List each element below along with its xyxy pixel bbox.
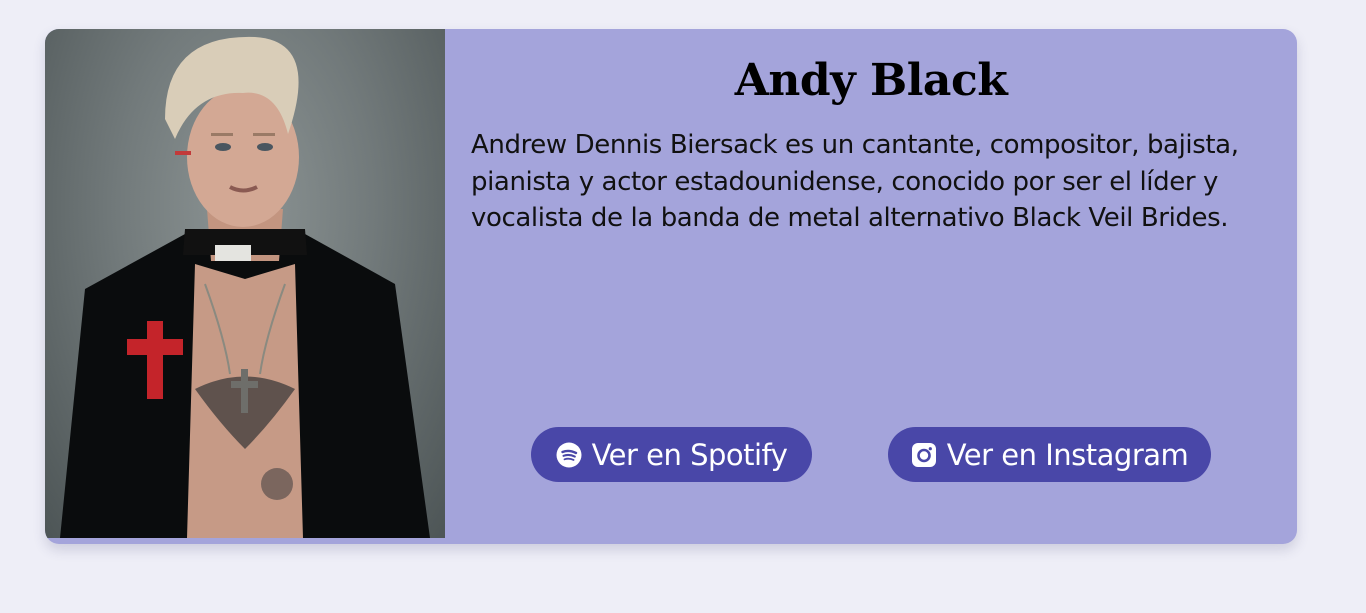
spotify-icon <box>556 442 582 468</box>
artist-card: Andy Black Andrew Dennis Biersack es un … <box>45 29 1297 544</box>
spotify-button-label: Ver en Spotify <box>591 437 788 472</box>
artist-info: Andy Black Andrew Dennis Biersack es un … <box>445 29 1297 544</box>
artist-name: Andy Black <box>734 55 1008 106</box>
instagram-button-label: Ver en Instagram <box>946 437 1189 472</box>
spotify-button[interactable]: Ver en Spotify <box>531 427 812 482</box>
artist-bio: Andrew Dennis Biersack es un cantante, c… <box>471 130 1239 233</box>
artist-photo <box>45 29 445 538</box>
instagram-button[interactable]: Ver en Instagram <box>888 427 1211 482</box>
instagram-icon <box>911 442 937 468</box>
page: Andy Black Andrew Dennis Biersack es un … <box>0 0 1366 613</box>
